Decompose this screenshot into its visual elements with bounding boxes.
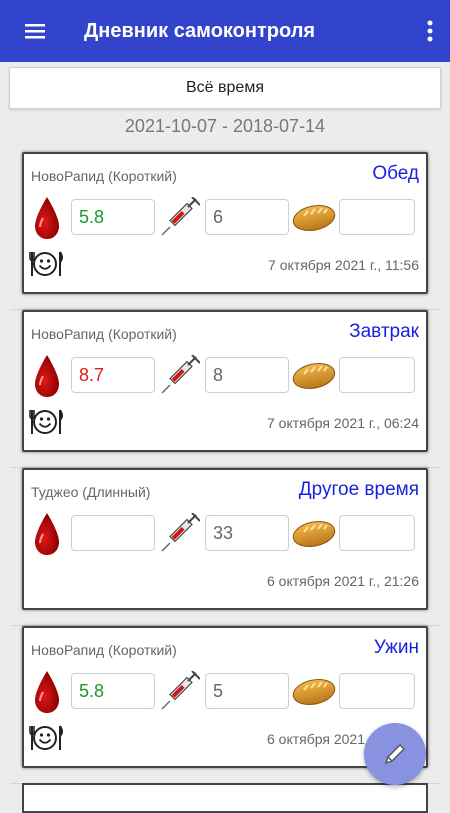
pencil-icon (384, 744, 405, 765)
blood-sugar-field[interactable]: 8.7 (71, 357, 155, 393)
app-bar: Дневник самоконтроля (0, 0, 450, 62)
meal-label: Ужин (373, 637, 419, 658)
syringe-icon (161, 513, 200, 552)
insulin-dose-field[interactable]: 33 (205, 515, 289, 551)
bread-icon (292, 204, 336, 232)
insulin-type: НовоРапид (Короткий) (31, 168, 177, 184)
meal-label: Обед (372, 163, 419, 184)
bread-units-field[interactable] (339, 199, 415, 235)
food-plate-icon (29, 409, 63, 434)
meal-label: Завтрак (349, 321, 419, 342)
insulin-type: Туджео (Длинный) (31, 484, 151, 500)
list-item[interactable]: НовоРапид (Короткий) Завтрак 8.7 8 7 окт… (10, 310, 440, 468)
more-vert-icon (427, 20, 433, 42)
syringe-icon (161, 355, 200, 394)
insulin-dose-field[interactable]: 6 (205, 199, 289, 235)
entry-card[interactable]: НовоРапид (Короткий) Завтрак 8.7 8 7 окт… (22, 310, 428, 452)
blood-drop-icon (35, 671, 59, 713)
insulin-type: НовоРапид (Короткий) (31, 642, 177, 658)
blood-drop-icon (35, 197, 59, 239)
insulin-dose-field[interactable]: 8 (205, 357, 289, 393)
blood-drop-icon (35, 355, 59, 397)
syringe-icon (161, 197, 200, 236)
entry-datetime: 6 октября 2021 г., 21:26 (267, 573, 419, 589)
entry-datetime: 7 октября 2021 г., 11:56 (268, 257, 419, 273)
period-selector-button[interactable]: Всё время (9, 67, 441, 109)
more-options-button[interactable] (410, 0, 450, 62)
blood-sugar-field[interactable]: 5.8 (71, 199, 155, 235)
blood-drop-icon (35, 513, 59, 555)
food-plate-icon (29, 725, 63, 750)
entry-card-partial[interactable] (22, 783, 428, 813)
meal-label: Другое время (298, 479, 419, 500)
edit-fab-button[interactable] (364, 723, 426, 785)
content-area: Всё время 2021-10-07 - 2018-07-14 НовоРа… (0, 62, 450, 800)
bread-units-field[interactable] (339, 673, 415, 709)
entry-card[interactable]: Туджео (Длинный) Другое время 33 6 октяб… (22, 468, 428, 610)
app-title: Дневник самоконтроля (84, 19, 316, 42)
insulin-dose-field[interactable]: 5 (205, 673, 289, 709)
bread-icon (292, 678, 336, 706)
blood-sugar-field[interactable]: 5.8 (71, 673, 155, 709)
bread-icon (292, 362, 336, 390)
list-item[interactable]: Туджео (Длинный) Другое время 33 6 октяб… (10, 468, 440, 626)
entry-list[interactable]: НовоРапид (Короткий) Обед 5.8 6 7 октябр… (10, 152, 440, 784)
menu-button[interactable] (0, 0, 70, 62)
bread-icon (292, 520, 336, 548)
insulin-type: НовоРапид (Короткий) (31, 326, 177, 342)
blood-sugar-field[interactable] (71, 515, 155, 551)
entry-datetime: 7 октября 2021 г., 06:24 (267, 415, 419, 431)
food-plate-icon (29, 251, 63, 276)
bread-units-field[interactable] (339, 357, 415, 393)
hamburger-icon (25, 24, 45, 39)
entry-card[interactable]: НовоРапид (Короткий) Обед 5.8 6 7 октябр… (22, 152, 428, 294)
date-range: 2021-10-07 - 2018-07-14 (124, 116, 326, 136)
bread-units-field[interactable] (339, 515, 415, 551)
syringe-icon (161, 671, 200, 710)
list-item[interactable]: НовоРапид (Короткий) Обед 5.8 6 7 октябр… (10, 152, 440, 310)
